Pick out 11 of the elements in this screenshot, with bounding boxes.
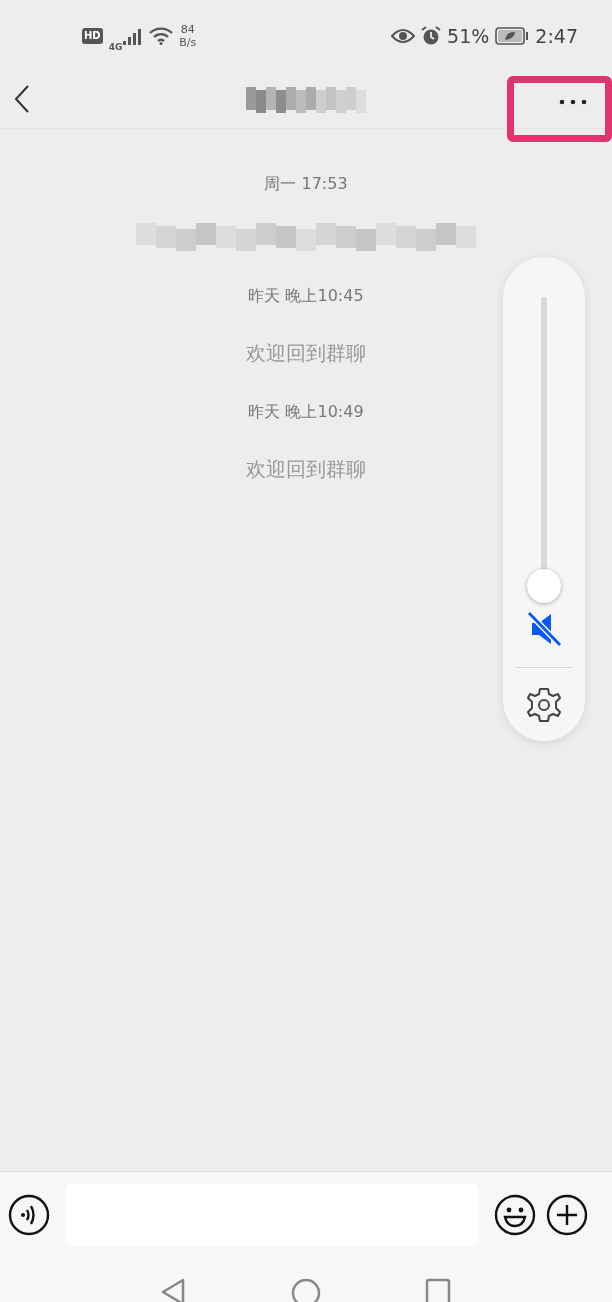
status-time: 2:47: [535, 25, 578, 47]
system-notice: 欢迎回到群聊: [246, 456, 366, 483]
timestamp: 昨天 晚上10:45: [248, 285, 364, 307]
timestamp: 昨天 晚上10:49: [248, 401, 364, 423]
timestamp: 周一 17:53: [264, 173, 348, 195]
system-notice: 欢迎回到群聊: [246, 340, 366, 367]
battery-percent: 51%: [447, 25, 490, 47]
network-speed-unit: B/s: [179, 36, 197, 49]
hd-badge: HD: [82, 28, 103, 44]
network-type: 4G: [108, 42, 123, 52]
network-speed: 84: [180, 23, 195, 36]
